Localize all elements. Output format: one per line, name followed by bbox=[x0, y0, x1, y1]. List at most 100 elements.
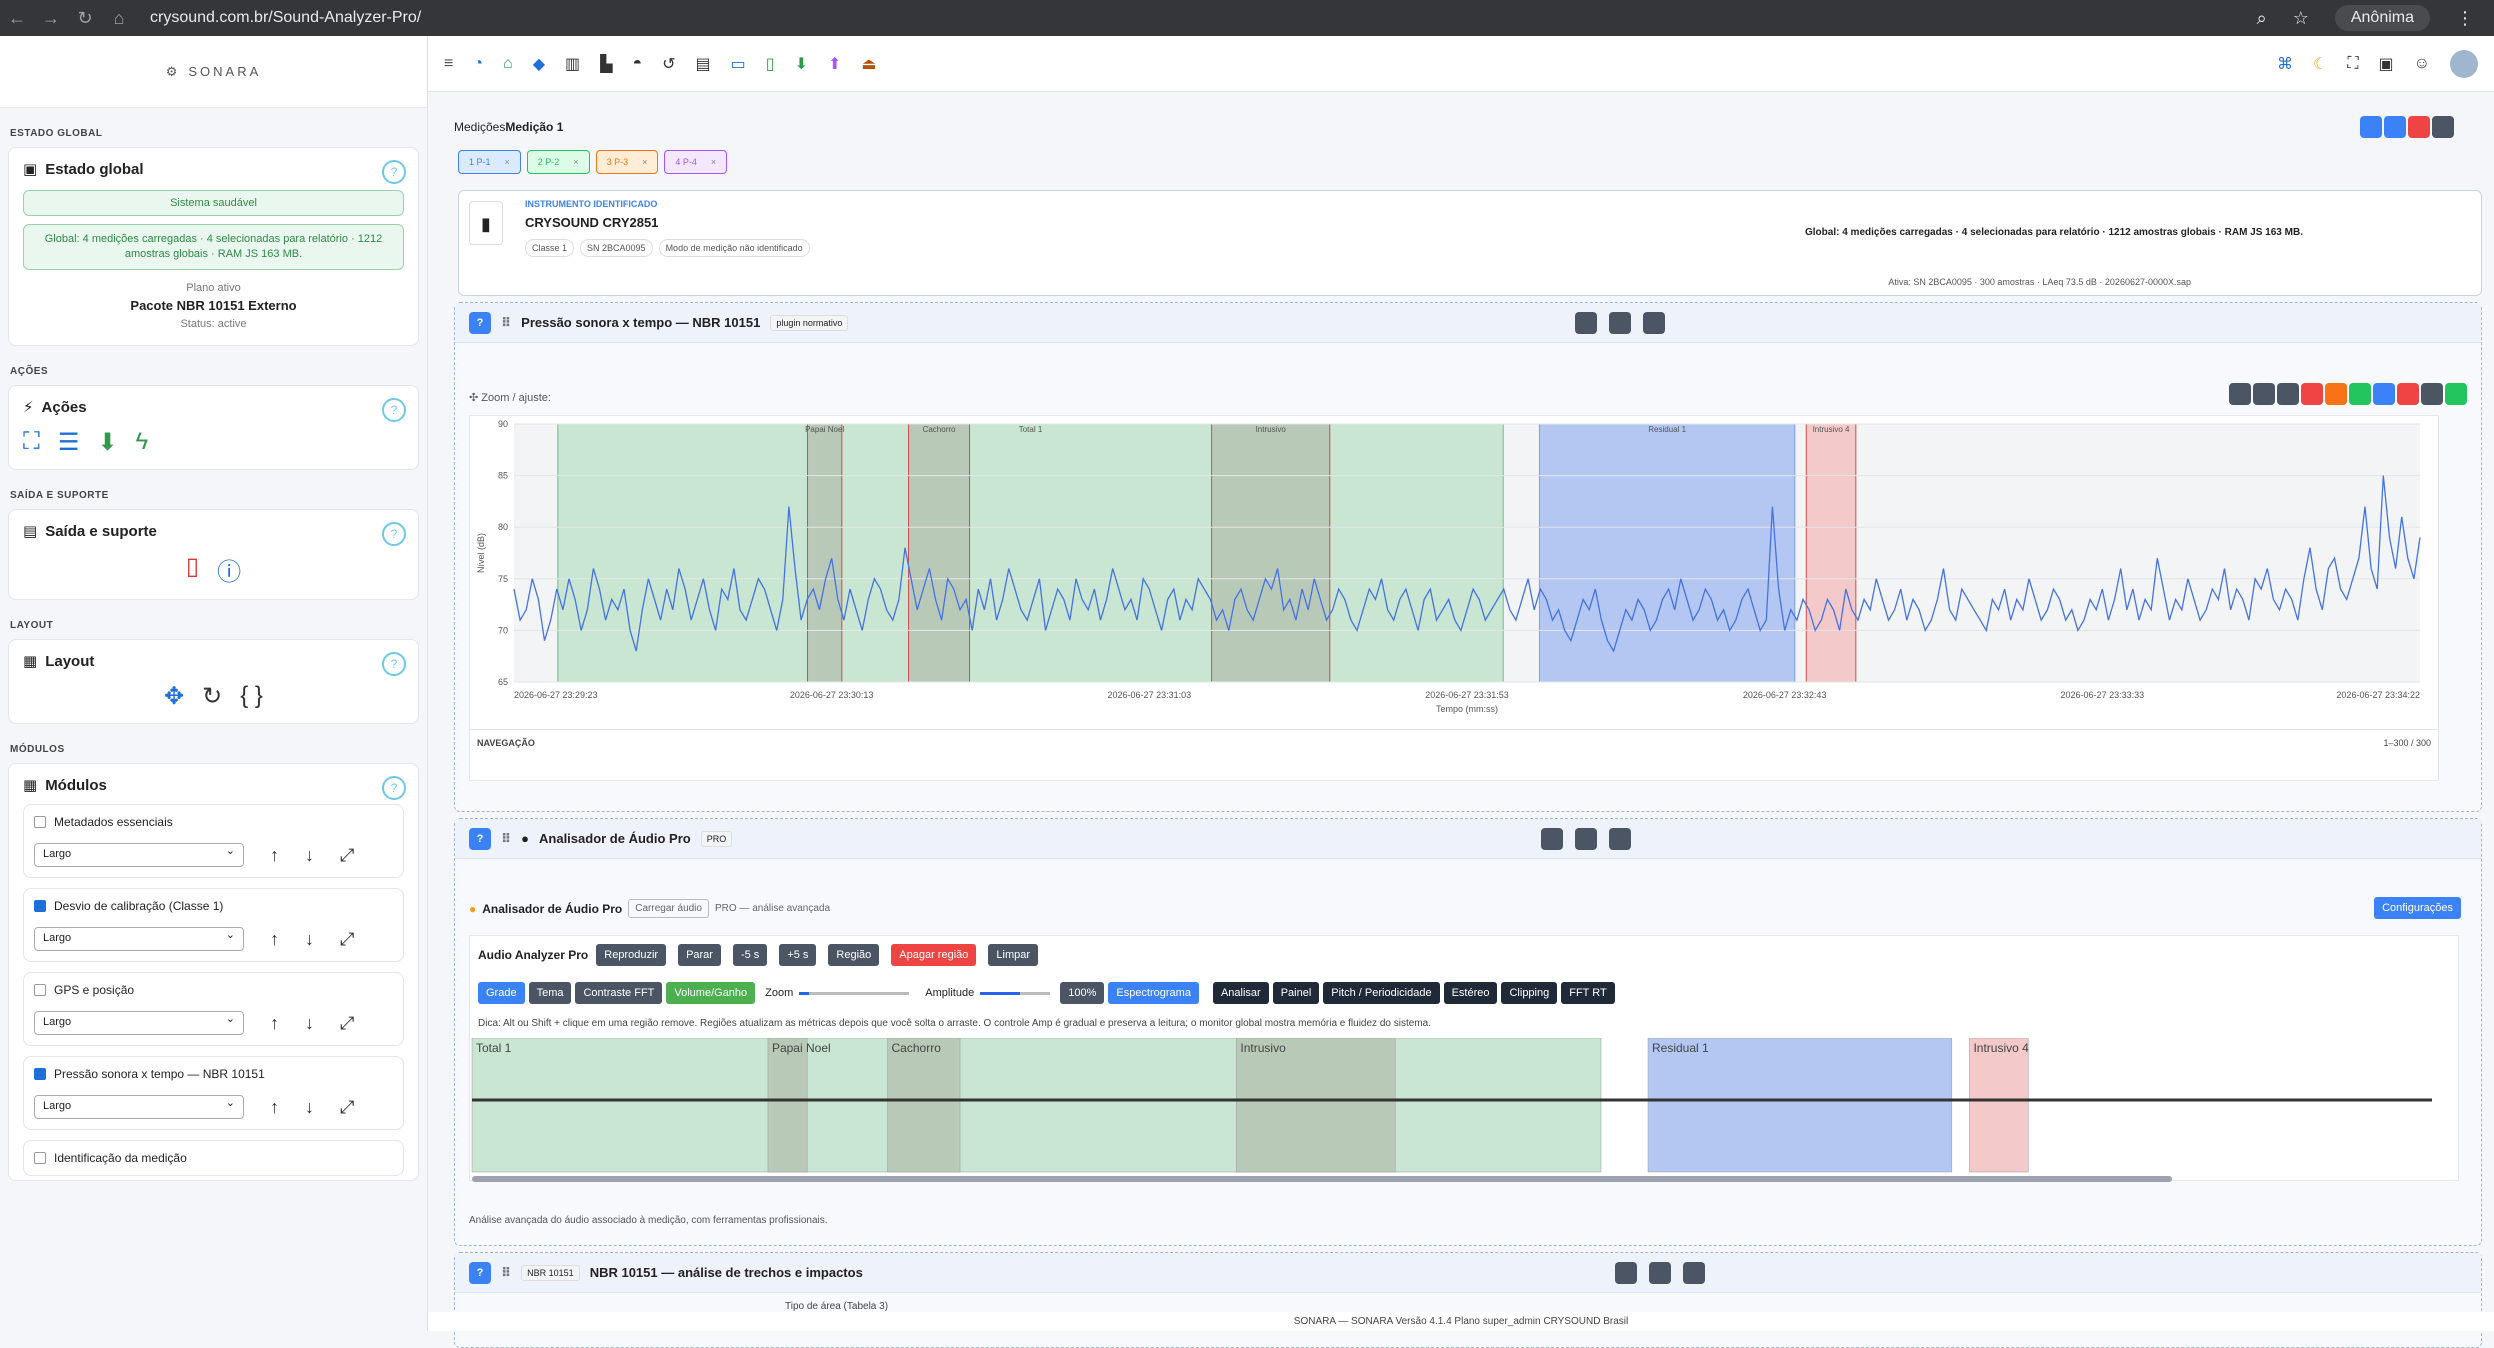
forward-icon[interactable]: → bbox=[34, 8, 68, 29]
sliders-icon[interactable]: ☰ bbox=[58, 428, 80, 457]
json-icon[interactable]: { } bbox=[240, 682, 263, 711]
analyzer-button[interactable]: Limpar bbox=[988, 944, 1039, 966]
chart-tool-button[interactable] bbox=[2373, 383, 2395, 405]
home-icon[interactable]: ⌂ bbox=[503, 55, 513, 73]
translate-icon[interactable]: ⌘ bbox=[2277, 54, 2293, 74]
analyzer-button[interactable]: -5 s bbox=[732, 944, 768, 966]
download-icon[interactable]: ⬇ bbox=[97, 428, 117, 457]
up-arrow-icon[interactable]: ↑ bbox=[270, 1097, 279, 1118]
help-icon[interactable]: ? bbox=[382, 522, 406, 546]
address-bar[interactable]: crysound.com.br/Sound-Analyzer-Pro/ bbox=[150, 9, 421, 27]
back-icon[interactable]: ← bbox=[0, 8, 34, 29]
analyzer-button[interactable]: Região bbox=[828, 944, 880, 966]
region[interactable] bbox=[1538, 423, 1796, 683]
analysis-button[interactable]: Analisar bbox=[1212, 982, 1269, 1004]
expand-button[interactable] bbox=[1609, 312, 1631, 334]
chart-icon[interactable]: ▥ bbox=[565, 54, 580, 74]
dashboard-icon[interactable]: ◔ bbox=[473, 55, 483, 73]
chart-tool-button[interactable] bbox=[2397, 383, 2419, 405]
down-arrow-icon[interactable]: ↓ bbox=[305, 1013, 314, 1034]
region[interactable] bbox=[1805, 423, 1857, 683]
pressure-chart[interactable]: Total 1 Papai Noel Cachorro Intrusivo Residu… bbox=[470, 416, 2440, 782]
hide-button[interactable] bbox=[1643, 312, 1665, 334]
expand-icon[interactable]: ⤢ bbox=[340, 929, 354, 950]
hide-button[interactable] bbox=[1609, 828, 1631, 850]
module-checkbox[interactable] bbox=[34, 984, 46, 996]
avatar[interactable] bbox=[2450, 49, 2478, 78]
download-icon[interactable]: ⬇ bbox=[795, 54, 808, 74]
wave-region[interactable] bbox=[767, 1038, 808, 1173]
analysis-button[interactable]: Pitch / Periodicidade bbox=[1323, 982, 1440, 1004]
region[interactable] bbox=[1211, 423, 1331, 683]
delete-button[interactable] bbox=[2408, 116, 2430, 138]
more-button[interactable] bbox=[2432, 116, 2454, 138]
collapse-button[interactable] bbox=[1615, 1262, 1637, 1284]
module-size-select[interactable]: Largo bbox=[34, 843, 244, 867]
select-icon[interactable]: ⛶ bbox=[23, 428, 40, 457]
question-icon[interactable]: ⓘ bbox=[217, 552, 241, 587]
close-icon[interactable]: × bbox=[505, 157, 510, 167]
close-icon[interactable]: × bbox=[642, 157, 647, 167]
moon-icon[interactable]: ☾ bbox=[2313, 54, 2327, 74]
help-icon[interactable]: ? bbox=[382, 160, 406, 184]
drag-icon[interactable]: ⠿ bbox=[501, 831, 511, 847]
analyzer-button[interactable]: Reproduzir bbox=[596, 944, 667, 966]
chart-tool-button[interactable] bbox=[2349, 383, 2371, 405]
region[interactable] bbox=[807, 423, 843, 683]
measurement-tab[interactable]: 4 P-4 × bbox=[664, 150, 728, 174]
module-checkbox[interactable] bbox=[34, 816, 46, 828]
spectrogram-button[interactable]: Espectrograma bbox=[1108, 982, 1199, 1004]
hide-button[interactable] bbox=[1683, 1262, 1705, 1284]
display-button[interactable]: Contraste FFT bbox=[575, 982, 663, 1004]
help-icon[interactable]: ? bbox=[382, 776, 406, 800]
help-icon[interactable]: ? bbox=[382, 398, 406, 422]
down-arrow-icon[interactable]: ↓ bbox=[305, 929, 314, 950]
expand-button[interactable] bbox=[1649, 1262, 1671, 1284]
analysis-button[interactable]: Clipping bbox=[1501, 982, 1558, 1004]
fullscreen-icon[interactable]: ⛶ bbox=[2347, 55, 2358, 73]
analyzer-button[interactable]: Apagar região bbox=[891, 944, 977, 966]
up-arrow-icon[interactable]: ↑ bbox=[270, 845, 279, 866]
doc-icon[interactable]: ▯ bbox=[766, 54, 775, 74]
reload-icon[interactable]: ↻ bbox=[68, 8, 102, 29]
gauge-icon[interactable]: ◓ bbox=[632, 55, 642, 73]
hamburger-icon[interactable]: ≡ bbox=[444, 55, 453, 73]
zoom-slider[interactable] bbox=[799, 991, 910, 995]
navigation-bar[interactable]: NAVEGAÇÃO 1–300 / 300 bbox=[469, 729, 2439, 755]
save-icon[interactable]: ▣ bbox=[2379, 54, 2394, 74]
module-size-select[interactable]: Largo bbox=[34, 1011, 244, 1035]
expand-icon[interactable]: ⤢ bbox=[340, 1013, 354, 1034]
config-button[interactable]: Configurações bbox=[2374, 897, 2461, 919]
zoom-icon[interactable]: ⌕ bbox=[2257, 8, 2267, 29]
folder-icon[interactable]: ▭ bbox=[731, 54, 746, 74]
module-size-select[interactable]: Largo bbox=[34, 1095, 244, 1119]
chart-tool-button[interactable] bbox=[2445, 383, 2467, 405]
home-icon[interactable]: ⌂ bbox=[102, 8, 136, 29]
wave-region[interactable] bbox=[471, 1038, 1602, 1173]
wave-region[interactable] bbox=[887, 1038, 961, 1173]
scrollbar[interactable] bbox=[472, 1176, 2172, 1182]
drag-icon[interactable]: ⠿ bbox=[501, 1265, 511, 1281]
collapse-button[interactable] bbox=[1575, 312, 1597, 334]
load-audio-button[interactable]: Carregar áudio bbox=[628, 899, 709, 918]
up-arrow-icon[interactable]: ↑ bbox=[270, 1013, 279, 1034]
drag-icon[interactable]: ⠿ bbox=[501, 315, 511, 331]
region[interactable] bbox=[557, 423, 1504, 683]
chart-tool-button[interactable] bbox=[2229, 383, 2251, 405]
bookmark-icon[interactable]: ☆ bbox=[2293, 8, 2309, 29]
eject-icon[interactable]: ⏏ bbox=[861, 54, 876, 74]
module-checkbox[interactable] bbox=[34, 1152, 46, 1164]
analyzer-button[interactable]: Parar bbox=[678, 944, 721, 966]
help-icon[interactable]: ? bbox=[469, 311, 491, 334]
measurement-tab[interactable]: 1 P-1 × bbox=[458, 150, 521, 174]
chart-tool-button[interactable] bbox=[2277, 383, 2299, 405]
expand-icon[interactable]: ⤢ bbox=[340, 1097, 354, 1118]
down-arrow-icon[interactable]: ↓ bbox=[305, 845, 314, 866]
down-arrow-icon[interactable]: ↓ bbox=[305, 1097, 314, 1118]
pdf-icon[interactable]: ▯ bbox=[186, 552, 199, 587]
help-button[interactable] bbox=[2384, 116, 2406, 138]
collapse-button[interactable] bbox=[1541, 828, 1563, 850]
reset-icon[interactable]: ↻ bbox=[202, 682, 222, 711]
module-checkbox[interactable] bbox=[34, 1068, 46, 1080]
display-button[interactable]: Tema bbox=[528, 982, 572, 1004]
